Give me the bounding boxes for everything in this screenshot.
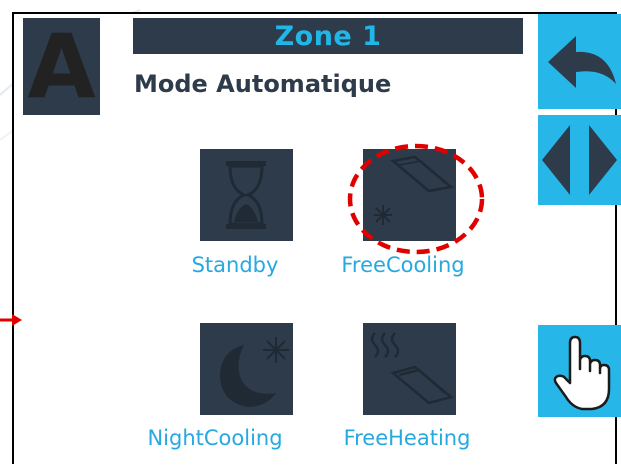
back-arrow-icon [548,36,616,88]
selection-highlight-circle [347,143,485,255]
freeheating-label: FreeHeating [343,426,471,450]
heat-waves-icon [370,332,454,405]
standby-mode-button[interactable] [200,149,293,241]
nightcooling-mode-button[interactable] [200,323,293,415]
mode-letter-badge: A [23,15,100,118]
hand-pointer-icon [553,335,611,411]
hourglass-icon [226,161,266,229]
freeheating-mode-button[interactable] [363,323,456,415]
zone-title: Zone 1 [133,18,523,54]
nightcooling-label: NightCooling [147,426,283,450]
page-title: Mode Automatique [134,70,392,98]
left-right-arrows-icon [542,125,617,195]
toggle-view-button[interactable] [538,115,621,205]
back-button[interactable] [538,14,621,109]
pointer-arrow-icon [0,314,22,326]
standby-label: Standby [191,253,279,277]
moon-snowflake-icon [220,337,289,407]
manual-mode-button[interactable] [538,325,621,417]
